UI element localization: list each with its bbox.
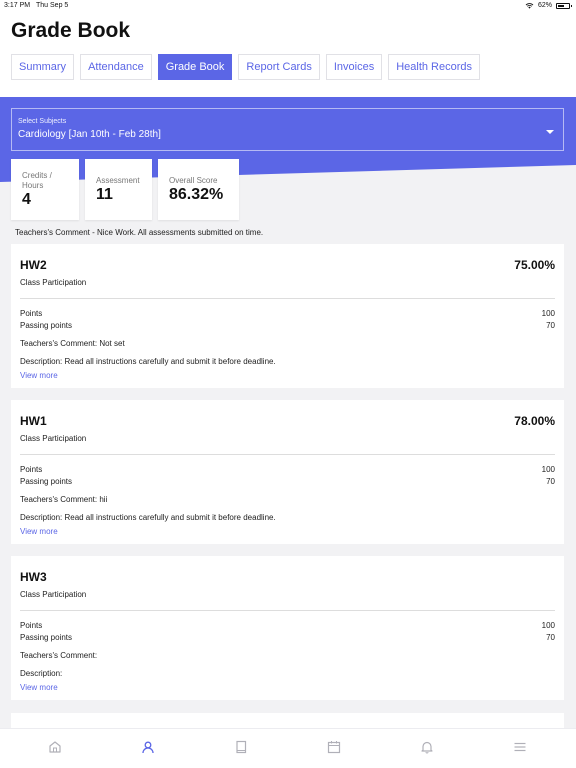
home-icon [49,741,61,753]
points-value: 100 [541,621,555,630]
status-bar: 3:17 PM Thu Sep 5 62% [0,0,576,12]
points-label: Points [20,465,43,474]
assessment-comment: Teachers's Comment: [20,651,98,660]
passing-points-label: Passing points [20,321,73,330]
stat-overall-label: Overall Score [169,176,218,185]
assessment-comment: Teachers's Comment: hii [20,495,108,504]
assessment-card: HW2 75.00% Class Participation Points 10… [11,244,564,388]
stat-credits-value: 4 [22,191,31,208]
subject-select-label: Select Subjects [18,118,67,125]
assessment-card: HW1 78.00% Class Participation Points 10… [11,400,564,544]
passing-points-value: 70 [546,633,555,642]
tab-summary[interactable]: Summary [11,54,75,80]
assessment-title: HW1 [20,414,47,428]
assessment-title: HW2 [20,258,47,272]
assessment-comment: Teachers's Comment: Not set [20,339,125,348]
bell-icon [421,741,433,754]
points-value: 100 [541,309,555,318]
assessment-description: Description: [20,669,63,678]
nav-calendar[interactable] [322,737,346,757]
points-label: Points [20,621,43,630]
divider [20,454,555,455]
passing-points-label: Passing points [20,477,73,486]
subject-select[interactable]: Select Subjects Cardiology [Jan 10th - F… [11,108,564,151]
assessment-type: Class Participation [20,590,87,599]
passing-points-value: 70 [546,477,555,486]
tab-attendance[interactable]: Attendance [80,54,152,80]
nav-menu[interactable] [508,737,532,757]
tab-report-cards[interactable]: Report Cards [238,54,320,80]
tab-bar: Summary Attendance Grade Book Report Car… [11,54,481,80]
view-more-link[interactable]: View more [20,527,58,536]
assessment-score: 75.00% [514,258,555,272]
stat-credits-label: Credits / Hours [22,171,52,190]
tab-invoices[interactable]: Invoices [325,54,383,80]
assessment-title: HW3 [20,570,47,584]
battery-percent: 62% [537,2,552,9]
menu-icon [514,742,526,752]
status-right: 62% [525,2,572,9]
wifi-icon [525,2,534,9]
points-label: Points [20,309,43,318]
view-more-link[interactable]: View more [20,371,58,380]
passing-points-value: 70 [546,321,555,330]
stat-overall-value: 86.32% [169,186,224,203]
book-icon [236,740,247,754]
view-more-link[interactable]: View more [20,683,58,692]
nav-profile[interactable] [136,737,160,757]
calendar-icon [327,741,341,754]
dropdown-caret-icon [546,130,554,134]
stat-assessment-value: 11 [96,186,113,203]
assessment-description: Description: Read all instructions caref… [20,357,276,366]
nav-home[interactable] [43,737,67,757]
stat-assessment-label: Assessment [96,176,140,185]
teacher-comment: Teachers's Comment - Nice Work. All asse… [15,228,264,237]
stat-credits: Credits / Hours 4 [11,159,79,220]
nav-courses[interactable] [229,737,253,757]
bottom-nav [0,728,576,768]
divider [20,610,555,611]
subject-select-value: Cardiology [Jan 10th - Feb 28th] [18,129,161,140]
assessment-type: Class Participation [20,278,87,287]
tab-grade-book[interactable]: Grade Book [157,54,233,80]
header: Grade Book Summary Attendance Grade Book… [0,12,576,97]
assessment-description: Description: Read all instructions caref… [20,513,276,522]
status-time: 3:17 PM [4,2,31,9]
nav-notifications[interactable] [415,737,439,757]
stat-assessment: Assessment 11 [85,159,152,220]
page-title: Grade Book [11,19,131,42]
assessment-card: HW3 Class Participation Points 100 Passi… [11,556,564,700]
passing-points-label: Passing points [20,633,73,642]
battery-icon [556,2,572,9]
points-value: 100 [541,465,555,474]
status-date: Thu Sep 5 [36,2,69,9]
assessment-score: 78.00% [514,414,555,428]
person-icon [142,741,154,754]
divider [20,298,555,299]
assessment-type: Class Participation [20,434,87,443]
tab-health-records[interactable]: Health Records [388,54,481,80]
stat-overall-score: Overall Score 86.32% [158,159,239,220]
